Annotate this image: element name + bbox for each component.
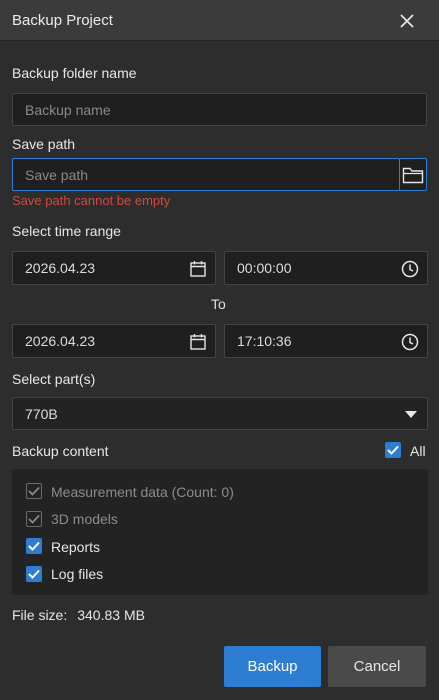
- dialog-title: Backup Project: [12, 12, 113, 29]
- end-date-picker[interactable]: 2026.04.23: [12, 324, 216, 358]
- clock-icon: [401, 333, 419, 351]
- browse-folder-button[interactable]: [399, 158, 427, 191]
- checkmark-icon: [28, 569, 40, 579]
- parts-dropdown[interactable]: 770B: [12, 397, 428, 430]
- log-files-checkbox[interactable]: [26, 566, 42, 582]
- backup-project-dialog: Backup Project Backup folder name Save p…: [0, 0, 439, 700]
- file-size-value: 340.83 MB: [77, 607, 145, 623]
- close-button[interactable]: [394, 8, 420, 34]
- select-all-label: All: [410, 443, 426, 459]
- reports-label: Reports: [51, 539, 101, 555]
- start-date-picker[interactable]: 2026.04.23: [12, 251, 216, 285]
- reports-checkbox[interactable]: [26, 538, 42, 554]
- folder-icon: [402, 167, 424, 183]
- cancel-button[interactable]: Cancel: [328, 646, 426, 687]
- select-all-checkbox[interactable]: [385, 442, 401, 458]
- clock-icon: [401, 260, 419, 278]
- close-icon: [400, 14, 414, 28]
- checkmark-icon: [28, 486, 40, 496]
- measurement-data-label: Measurement data (Count: 0): [51, 484, 234, 500]
- calendar-icon: [190, 261, 206, 277]
- file-size: File size: 340.83 MB: [12, 607, 145, 623]
- measurement-data-checkbox: [26, 483, 42, 499]
- end-time-picker[interactable]: 17:10:36: [224, 324, 428, 358]
- title-bar: Backup Project: [0, 0, 439, 41]
- parts-label: Select part(s): [12, 371, 96, 387]
- start-time-value: 00:00:00: [237, 260, 292, 276]
- folder-name-label: Backup folder name: [12, 65, 137, 81]
- checkmark-icon: [28, 541, 40, 551]
- backup-content-label: Backup content: [12, 443, 109, 459]
- time-range-label: Select time range: [12, 223, 121, 239]
- to-label: To: [211, 296, 226, 312]
- calendar-icon: [190, 334, 206, 350]
- checkmark-icon: [28, 514, 40, 524]
- selected-part-value: 770B: [25, 405, 58, 422]
- save-path-label: Save path: [12, 136, 76, 152]
- folder-name-input[interactable]: [12, 93, 427, 126]
- end-time-value: 17:10:36: [237, 333, 292, 349]
- end-date-value: 2026.04.23: [25, 333, 96, 349]
- log-files-label: Log files: [51, 566, 104, 582]
- 3d-models-label: 3D models: [51, 511, 118, 527]
- file-size-label: File size:: [12, 607, 68, 623]
- backup-content-list: Measurement data (Count: 0) 3D models Re…: [12, 469, 428, 595]
- dropdown-arrow-icon: [405, 411, 417, 418]
- save-path-input[interactable]: [12, 158, 400, 191]
- start-time-picker[interactable]: 00:00:00: [224, 251, 428, 285]
- 3d-models-checkbox: [26, 511, 42, 527]
- start-date-value: 2026.04.23: [25, 260, 96, 276]
- checkmark-icon: [387, 445, 399, 455]
- backup-button[interactable]: Backup: [224, 646, 321, 687]
- save-path-error: Save path cannot be empty: [12, 193, 171, 208]
